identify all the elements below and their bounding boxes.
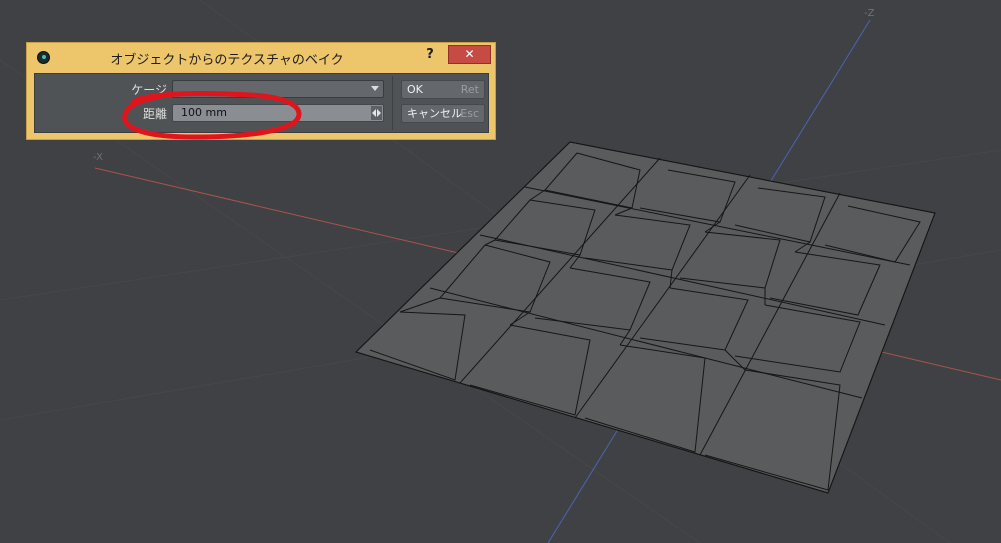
cage-dropdown[interactable] [172, 80, 384, 98]
cancel-button[interactable]: キャンセル Esc [401, 104, 485, 123]
close-button[interactable]: ✕ [448, 45, 491, 64]
ok-button[interactable]: OK Ret [401, 80, 485, 99]
distance-input[interactable]: 100 mm [172, 104, 384, 122]
panel-divider [392, 76, 393, 130]
cancel-label: キャンセル [407, 107, 462, 120]
ok-label: OK [407, 83, 423, 96]
chevron-down-icon [371, 86, 379, 91]
dialog-titlebar[interactable]: オブジェクトからのテクスチャのベイク ? ✕ [27, 43, 495, 71]
distance-spinner[interactable] [371, 106, 382, 120]
dialog-panel: ケージ 距離 100 mm OK Ret キャンセル Esc [34, 73, 489, 133]
dialog-title: オブジェクトからのテクスチャのベイク [110, 53, 344, 68]
neg-x-axis-label: -X [93, 152, 103, 163]
distance-label: 距離 [142, 107, 167, 121]
bake-texture-dialog: オブジェクトからのテクスチャのベイク ? ✕ ケージ 距離 100 mm OK … [26, 42, 496, 140]
cancel-shortcut: Esc [460, 107, 479, 120]
neg-z-axis-label: -Z [864, 8, 875, 19]
cage-label: ケージ [131, 83, 167, 97]
distance-value: 100 mm [181, 106, 227, 119]
help-button[interactable]: ? [421, 46, 439, 64]
close-icon: ✕ [464, 47, 475, 61]
tiled-plane-mesh [355, 141, 936, 494]
ok-shortcut: Ret [460, 83, 479, 96]
